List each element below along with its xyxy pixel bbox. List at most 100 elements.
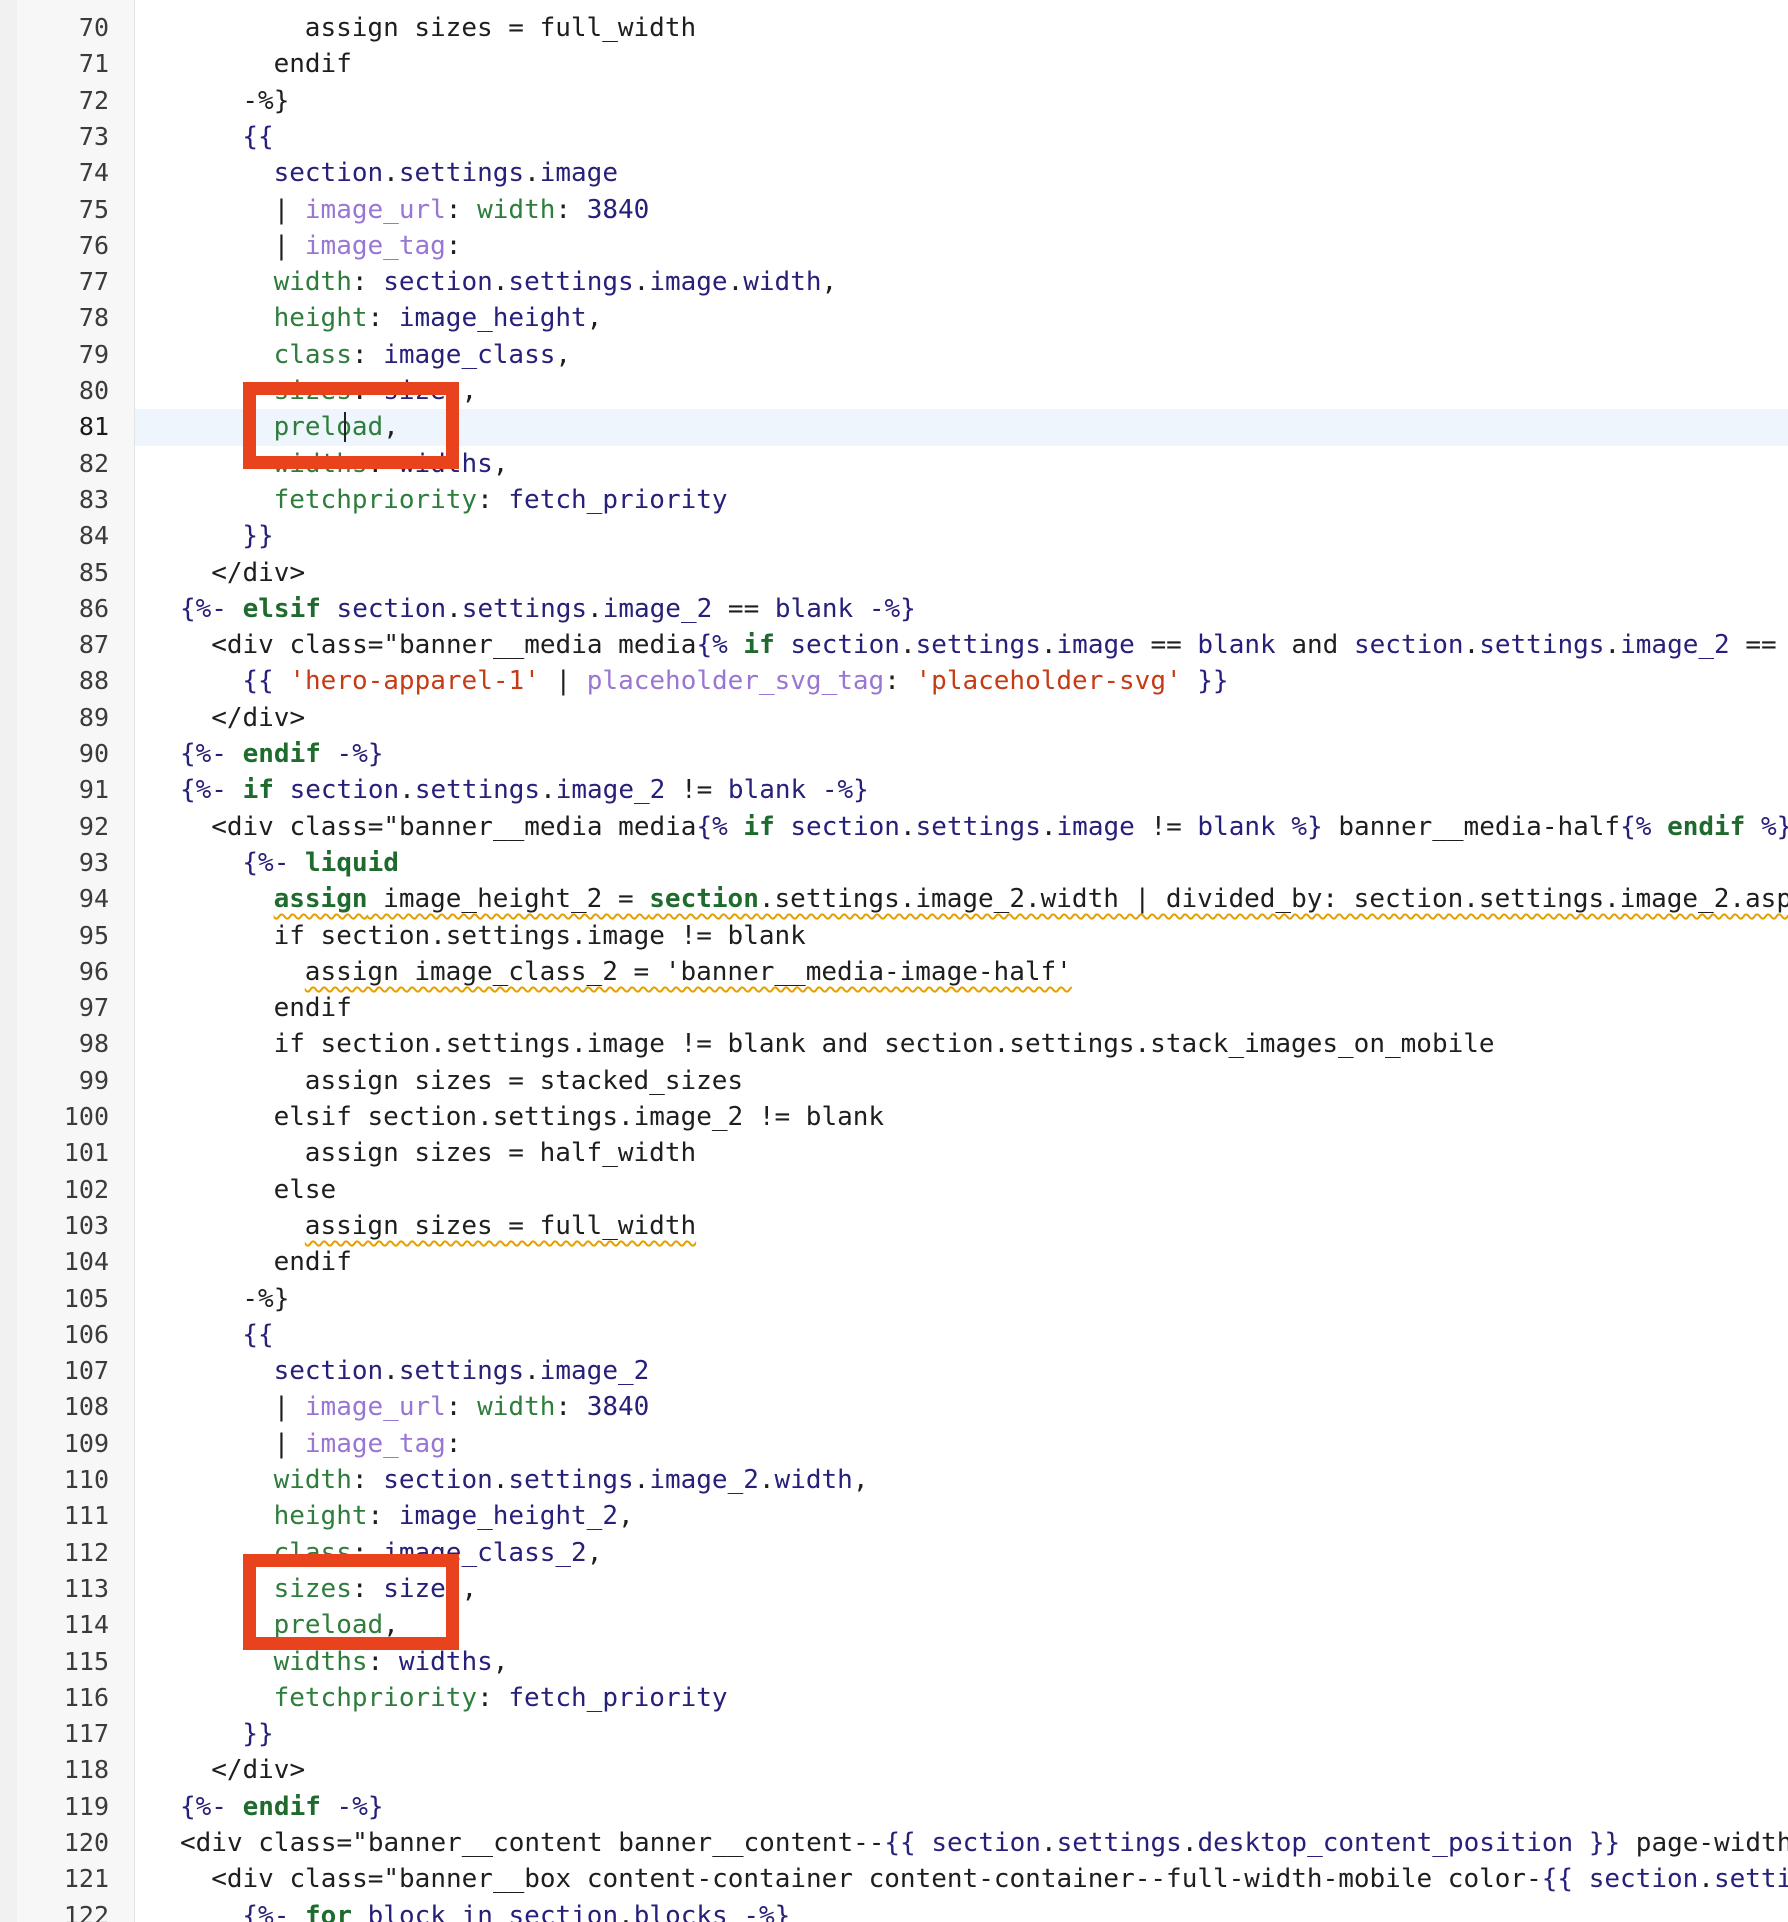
- code-token: ,: [492, 1646, 509, 1677]
- line-number: 74: [78, 158, 109, 188]
- code-text: if section.settings.image != blank and s…: [274, 1026, 1495, 1062]
- code-line[interactable]: [135, 1281, 1788, 1317]
- line-number: 73: [78, 121, 109, 151]
- code-text: height: image_height,: [274, 300, 603, 336]
- code-token: |: [273, 230, 305, 261]
- code-token: {%-: [180, 739, 243, 769]
- line-number: 76: [78, 230, 109, 260]
- code-token: assign image_class_2 = 'banner__media-im…: [304, 956, 1072, 987]
- code-text: <div class="banner__media media{% if sec…: [211, 627, 1776, 663]
- line-number: 117: [63, 1719, 109, 1749]
- code-token: section: [774, 811, 900, 842]
- code-token: width: [273, 267, 352, 298]
- code-token: 'hero-apparel-1': [289, 666, 540, 697]
- line-number: 110: [63, 1465, 109, 1494]
- code-line[interactable]: [135, 1317, 1788, 1353]
- code-token: for: [305, 1900, 352, 1922]
- code-token: width: [273, 1465, 352, 1495]
- code-text: endif: [274, 1244, 352, 1280]
- code-token: .: [727, 267, 744, 298]
- line-number: 122: [63, 1900, 109, 1922]
- code-token: .: [587, 593, 603, 624]
- line-number: 91: [78, 775, 109, 805]
- line-number: 88: [78, 666, 109, 696]
- line-number: 81: [78, 412, 109, 442]
- code-token: :: [367, 1501, 399, 1532]
- code-token: -%}: [727, 1900, 791, 1922]
- code-line[interactable]: [135, 555, 1788, 591]
- code-token: image_2: [555, 775, 666, 806]
- code-line[interactable]: [135, 46, 1788, 82]
- line-number: 119: [63, 1791, 109, 1821]
- code-token: <div class="banner__media media: [211, 630, 697, 661]
- activity-bar-strip: [0, 0, 18, 1922]
- code-line[interactable]: [135, 700, 1788, 736]
- code-token: image_tag: [304, 1428, 446, 1459]
- code-token: settings: [915, 811, 1041, 842]
- line-number: 113: [63, 1573, 109, 1603]
- code-line[interactable]: [135, 990, 1788, 1026]
- code-token: .: [540, 775, 556, 806]
- line-number: 98: [78, 1029, 109, 1059]
- code-token: {%: [1620, 811, 1668, 842]
- code-token: |: [273, 1392, 305, 1423]
- code-token: </div>: [211, 702, 306, 733]
- code-editor[interactable]: 70 assign sizes = full_width 71 endif 72 -%} 7…: [0, 0, 1788, 1922]
- code-token: :: [445, 1392, 478, 1423]
- code-token: image_url: [304, 1392, 446, 1423]
- code-token: endif: [242, 1791, 321, 1822]
- code-token: elsif: [242, 593, 321, 624]
- code-token: 'placeholder-svg': [915, 666, 1182, 697]
- code-token: section: [774, 630, 900, 661]
- code-text: height: image_height_2,: [274, 1498, 634, 1534]
- code-token: widths: [273, 1646, 368, 1677]
- code-token: image_2: [649, 1465, 759, 1495]
- code-token: </div>: [211, 557, 306, 588]
- code-text: <div class="banner__media media{% if sec…: [211, 809, 1788, 845]
- line-number: 72: [78, 85, 109, 115]
- code-token: .: [524, 1356, 540, 1387]
- line-number: 121: [63, 1864, 109, 1894]
- code-token: if section.settings.image != blank: [273, 920, 806, 951]
- code-token: .: [899, 630, 916, 661]
- code-token: ==: [1729, 630, 1777, 661]
- code-token: section: [273, 1356, 384, 1387]
- code-line[interactable]: [135, 1716, 1788, 1752]
- code-token: fetchpriority: [273, 484, 478, 515]
- code-line[interactable]: [135, 119, 1788, 155]
- code-text: assign sizes = full_width: [305, 10, 696, 46]
- code-token: fetch_priority: [508, 1682, 728, 1713]
- code-token: assign sizes = half_width: [304, 1138, 697, 1169]
- code-token: {%-: [180, 1791, 243, 1822]
- code-token: .: [1604, 630, 1621, 661]
- code-token: -%}: [242, 85, 290, 116]
- code-token: image_class: [383, 339, 556, 370]
- code-line[interactable]: [135, 1752, 1788, 1788]
- code-token: -%}: [242, 1283, 290, 1314]
- code-line[interactable]: [135, 83, 1788, 119]
- line-number: 108: [63, 1392, 109, 1422]
- code-token: {{: [242, 1319, 274, 1350]
- code-token: {{: [1541, 1864, 1589, 1895]
- code-token: image_2: [539, 1356, 650, 1387]
- code-token: -%}: [806, 775, 869, 806]
- code-token: ,: [821, 267, 838, 298]
- code-token: :: [367, 1646, 399, 1677]
- code-token: image_tag: [304, 230, 446, 261]
- code-token: settings: [915, 630, 1041, 661]
- code-token: !=: [665, 775, 728, 806]
- code-token: blocks: [633, 1900, 728, 1922]
- code-token: :: [445, 194, 478, 225]
- line-number: 102: [63, 1174, 109, 1204]
- code-text: endif: [274, 990, 352, 1026]
- code-line[interactable]: [135, 518, 1788, 554]
- code-token: .: [1698, 1864, 1714, 1895]
- line-number: 118: [63, 1755, 109, 1785]
- code-token: settings: [398, 1356, 525, 1387]
- highlight-box-preload-2: [243, 1554, 459, 1650]
- line-number: 89: [78, 702, 109, 732]
- code-line[interactable]: [135, 1172, 1788, 1208]
- line-number: 101: [63, 1138, 109, 1168]
- code-token: |: [273, 1428, 305, 1459]
- code-line[interactable]: [135, 1244, 1788, 1280]
